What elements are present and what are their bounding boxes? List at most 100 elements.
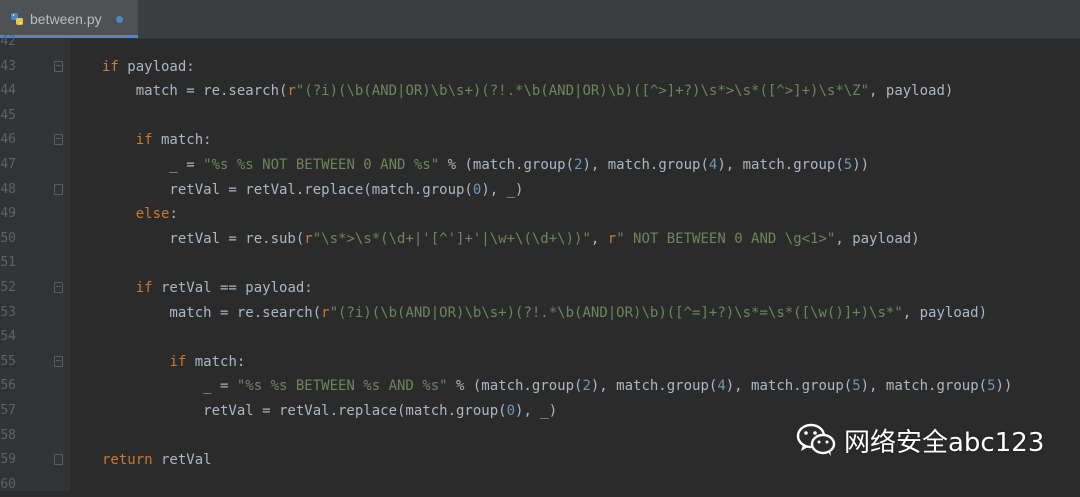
code-token: , payload) [869,83,954,100]
string-token: "%s %s NOT BETWEEN 0 AND %s" [203,157,440,173]
code-token: match = re.search( [102,83,288,100]
code-line[interactable]: 54 [0,325,1080,349]
line-number: 42 [0,34,16,49]
code-token: match: [186,353,246,370]
fold-end-icon[interactable] [54,183,63,195]
code-token: ), match.group( [725,378,853,395]
code-token: ), match.group( [582,157,709,173]
code-line[interactable]: 45 [0,104,1080,128]
code-text: if match: [102,350,245,374]
code-text: _ = "%s %s NOT BETWEEN 0 AND %s" % (matc… [102,153,869,177]
string-token: " NOT BETWEEN 0 AND \g<1>" [616,230,836,247]
line-number: 56 [0,378,16,394]
code-token: payload: [118,58,195,75]
fold-collapse-icon[interactable] [54,282,63,293]
code-token: % (match.group( [447,378,583,395]
code-text: retVal = retVal.replace(match.group(0), … [102,178,523,202]
code-line[interactable]: 48 retVal = retVal.replace(match.group(0… [0,178,1080,202]
fold-collapse-icon[interactable] [54,355,63,367]
code-line[interactable]: 43 if payload: [0,55,1080,79]
line-number: 50 [0,230,16,246]
code-token: retVal = retVal.replace(match.group( [102,181,473,198]
line-number: 55 [0,353,16,369]
line-number: 54 [0,329,16,345]
line-number: 58 [0,427,16,443]
code-line[interactable]: 44 match = re.search(r"(?i)(\b(AND|OR)\b… [0,79,1080,103]
number-token: 0 [506,403,516,419]
line-number: 47 [0,157,16,172]
code-line[interactable]: 51 [0,251,1080,275]
code-text: retVal = retVal.replace(match.group(0), … [102,399,557,423]
keyword-token: r [321,304,330,321]
code-token: % (match.group( [439,157,575,173]
keyword-token: if [135,280,153,296]
watermark: 网络安全abc123 [796,418,1044,462]
string-token: "\s*>\s*(\d+|'[^']+'|\w+\(\d+\))" [312,230,591,247]
python-file-icon [11,13,23,25]
keyword-token: if [135,132,153,149]
line-number: 44 [0,83,16,99]
code-line[interactable]: 60 [0,473,1080,497]
keyword-token: if [102,58,119,75]
code-line[interactable]: 46 if match: [0,128,1080,152]
code-token: ), match.group( [717,157,844,173]
code-text: if retVal == payload: [102,276,313,300]
modified-indicator-dot [116,16,123,23]
code-token: , [590,230,608,247]
code-line[interactable]: 55 if match: [0,350,1080,374]
code-text: retVal = re.sub(r"\s*>\s*(\d+|'[^']+'|\w… [102,227,920,251]
watermark-text: 网络安全abc123 [844,427,1045,458]
code-token: , payload) [835,230,920,247]
code-line[interactable]: 42 [0,30,1080,54]
code-text: else: [102,202,178,226]
number-token: 5 [843,157,853,173]
number-token: 5 [987,378,996,395]
line-number: 46 [0,132,16,148]
keyword-token: r [304,230,313,247]
file-tab-label: between.py [30,11,102,27]
code-token: match: [152,132,212,149]
code-token: : [169,206,178,223]
code-line[interactable]: 56 _ = "%s %s BETWEEN %s AND %s" % (matc… [0,374,1080,398]
fold-collapse-icon[interactable] [54,134,63,146]
code-token: )) [995,378,1013,395]
code-line[interactable]: 47 _ = "%s %s NOT BETWEEN 0 AND %s" % (m… [0,153,1080,177]
code-line[interactable]: 52 if retVal == payload: [0,276,1080,300]
code-line[interactable]: 50 retVal = re.sub(r"\s*>\s*(\d+|'[^']+'… [0,227,1080,251]
code-line[interactable]: 53 match = re.search(r"(?i)(\b(AND|OR)\b… [0,301,1080,325]
line-number: 57 [0,403,16,418]
code-token: , payload) [902,304,988,321]
keyword-token: r [607,230,617,247]
code-token: )) [852,157,870,173]
string-token: "(?i)(\b(AND|OR)\b\s+)(?!.*\b(AND|OR)\b)… [295,83,870,100]
code-token: retVal = re.sub( [102,230,305,247]
code-token: ), match.group( [860,378,988,395]
line-number: 48 [0,181,16,197]
code-token: _ = [102,157,204,173]
fold-collapse-icon[interactable] [54,60,63,72]
code-token: ), _) [481,181,524,198]
keyword-token: r [287,83,296,100]
number-token: 5 [852,378,861,395]
fold-end-icon[interactable] [54,454,63,466]
line-number: 53 [0,304,16,320]
line-number: 59 [0,452,16,468]
code-token: retVal == payload: [152,280,313,296]
keyword-token: else [135,206,170,223]
code-token: match = re.search( [102,304,322,321]
string-token: "(?i)(\b(AND|OR)\b\s+)(?!.*\b(AND|OR)\b)… [329,304,903,321]
line-number: 45 [0,107,16,123]
code-line[interactable]: 49 else: [0,202,1080,226]
code-token: ), match.group( [590,378,718,395]
code-text: match = re.search(r"(?i)(\b(AND|OR)\b\s+… [102,301,987,325]
code-text: if payload: [102,55,195,79]
code-token: retVal [152,452,212,469]
line-number: 51 [0,255,16,271]
code-token: retVal = retVal.replace(match.group( [102,403,507,419]
wechat-icon [796,423,836,456]
number-token: 2 [582,378,591,395]
